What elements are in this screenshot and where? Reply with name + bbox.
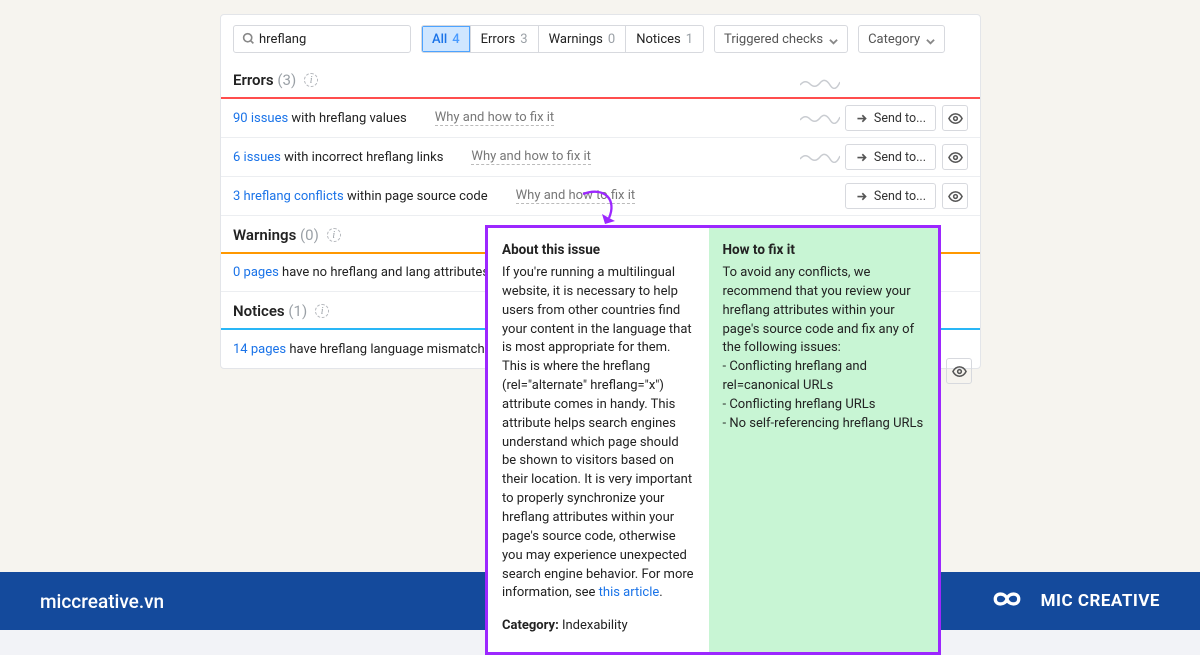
fix-heading: How to fix it	[723, 242, 925, 258]
category-dropdown[interactable]: Category	[858, 25, 945, 53]
fix-body: To avoid any conflicts, we recommend tha…	[723, 264, 925, 434]
category-line: Category: Indexability	[502, 617, 695, 636]
send-to-button[interactable]: Send to...	[845, 105, 936, 131]
issue-row[interactable]: 6 issues with incorrect hreflang links W…	[221, 138, 980, 177]
issue-details-popover: About this issue If you're running a mul…	[485, 225, 941, 655]
issue-link[interactable]: 3 hreflang conflicts	[233, 189, 344, 204]
triggered-checks-dropdown[interactable]: Triggered checks	[714, 25, 848, 53]
fix-link[interactable]: Why and how to fix it	[471, 149, 591, 165]
tab-all[interactable]: All4	[422, 26, 471, 52]
visibility-button[interactable]	[946, 358, 972, 384]
filter-tabs: All4 Errors3 Warnings0 Notices1	[421, 25, 704, 53]
sparkline-icon	[800, 74, 840, 86]
search-input[interactable]	[255, 32, 429, 47]
tab-errors[interactable]: Errors3	[471, 26, 539, 52]
issue-link[interactable]: 0 pages	[233, 265, 279, 280]
send-to-button[interactable]: Send to...	[845, 144, 936, 170]
search-input-wrap[interactable]: ×	[233, 25, 411, 53]
tab-notices[interactable]: Notices1	[626, 26, 703, 52]
fix-link[interactable]: Why and how to fix it	[435, 110, 555, 126]
info-icon[interactable]: i	[304, 73, 318, 87]
visibility-button[interactable]	[942, 183, 968, 209]
section-header-errors: Errors (3) i	[221, 61, 980, 97]
search-icon	[242, 30, 255, 49]
chevron-down-icon	[926, 35, 935, 44]
about-body: If you're running a multilingual website…	[502, 264, 695, 603]
send-to-button[interactable]: Send to...	[845, 183, 936, 209]
issue-row[interactable]: 90 issues with hreflang values Why and h…	[221, 99, 980, 138]
chevron-down-icon	[829, 35, 838, 44]
issue-link[interactable]: 90 issues	[233, 111, 288, 126]
sparkline-icon	[800, 151, 840, 163]
tab-warnings[interactable]: Warnings0	[539, 26, 627, 52]
toolbar: × All4 Errors3 Warnings0 Notices1 Trigge…	[221, 15, 980, 61]
article-link[interactable]: this article	[599, 585, 660, 600]
brand-name: MIC CREATIVE	[1041, 591, 1160, 611]
info-icon[interactable]: i	[315, 304, 329, 318]
visibility-button[interactable]	[942, 105, 968, 131]
infinity-logo-icon	[985, 585, 1029, 617]
about-heading: About this issue	[502, 242, 695, 258]
annotation-arrow	[577, 188, 627, 228]
sparkline-icon	[800, 112, 840, 124]
footer-url: miccreative.vn	[40, 590, 164, 613]
visibility-button[interactable]	[942, 144, 968, 170]
issue-link[interactable]: 14 pages	[233, 342, 286, 357]
issue-link[interactable]: 6 issues	[233, 150, 281, 165]
info-icon[interactable]: i	[327, 228, 341, 242]
footer-brand: MIC CREATIVE	[985, 585, 1160, 617]
